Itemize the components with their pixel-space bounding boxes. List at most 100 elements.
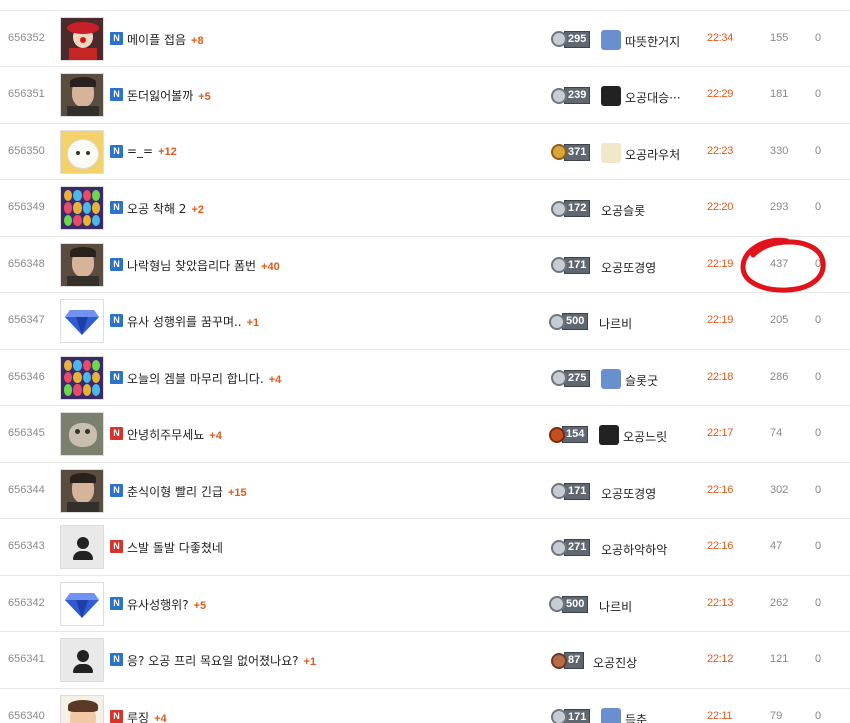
user-avatar-icon[interactable]	[601, 142, 621, 163]
author-nickname[interactable]: 득춘	[625, 711, 647, 723]
post-title-text[interactable]: 유사 성행위를 꿈꾸며..	[127, 315, 242, 329]
post-time: 22:20	[707, 201, 734, 213]
post-title-text[interactable]: 루징	[127, 711, 149, 723]
table-row[interactable]: 656345 N 안녕히주무세뇨 +4 154 오공느릿 22:17 74 0	[0, 406, 850, 463]
post-number: 656344	[8, 483, 45, 496]
level-badge: 171	[551, 708, 591, 723]
post-title-text[interactable]: 안녕히주무세뇨	[127, 428, 204, 442]
comment-count[interactable]: +4	[269, 374, 282, 386]
comment-count[interactable]: +4	[209, 430, 222, 442]
author-nickname[interactable]: 오공또경영	[601, 485, 656, 502]
recommend-count: 0	[815, 427, 822, 439]
post-title-link[interactable]: 스발 돌발 다좋쳤네	[127, 539, 223, 556]
slot-game-icon[interactable]	[60, 355, 104, 400]
comment-count[interactable]: +1	[247, 317, 260, 329]
table-row[interactable]: 656350 N =_= +12 371 오공라우처 22:23 330 0	[0, 124, 850, 180]
slot-game-icon[interactable]	[60, 186, 104, 230]
post-time: 22:29	[707, 88, 734, 100]
level-number: 500	[562, 595, 589, 613]
comment-count[interactable]: +5	[198, 91, 211, 103]
comment-count[interactable]: +12	[158, 146, 177, 158]
comment-count[interactable]: +40	[261, 261, 280, 273]
blue-diamond-icon[interactable]	[60, 581, 104, 626]
post-title-link[interactable]: 메이플 접음 +8	[127, 31, 204, 48]
default-user-icon[interactable]	[60, 638, 104, 682]
post-title-text[interactable]: 응? 오공 프리 목요일 없어졌나요?	[127, 654, 299, 668]
author-nickname[interactable]: 따뜻한거지	[625, 33, 680, 50]
level-badge: 171	[551, 256, 591, 274]
comment-count[interactable]: +4	[154, 713, 167, 723]
post-title-link[interactable]: 유사성행위? +5	[127, 596, 206, 613]
user-avatar-icon[interactable]	[601, 707, 621, 723]
new-badge: N	[110, 596, 123, 610]
author-nickname[interactable]: 오공하악하악	[601, 541, 667, 558]
comment-count[interactable]: +15	[228, 487, 247, 499]
author-nickname[interactable]: 오공대승···	[625, 89, 681, 106]
post-title-text[interactable]: 메이플 접음	[127, 33, 186, 47]
author-nickname[interactable]: 오공또경영	[601, 259, 656, 276]
table-row[interactable]: 656343 N 스발 돌발 다좋쳤네 271 오공하악하악 22:16 47 0	[0, 519, 850, 576]
animal-photo-icon[interactable]	[60, 412, 104, 456]
level-badge: 172	[551, 200, 591, 217]
level-badge: 371	[551, 143, 591, 161]
post-title-text[interactable]: 유사성행위?	[127, 598, 189, 612]
table-row[interactable]: 656346 N 오늘의 겜블 마무리 합니다. +4 275 슬롯굿 22:18 286 0	[0, 350, 850, 406]
post-title-link[interactable]: 응? 오공 프리 목요일 없어졌나요? +1	[127, 652, 316, 669]
level-number: 171	[564, 482, 591, 500]
author-nickname[interactable]: 오공라우처	[625, 146, 680, 163]
post-title-link[interactable]: =_= +12	[127, 144, 177, 158]
post-title-text[interactable]: 스발 돌발 다좋쳤네	[127, 541, 223, 555]
post-title-text[interactable]: =_=	[127, 144, 153, 158]
man-portrait-icon[interactable]	[60, 242, 104, 287]
comment-count[interactable]: +8	[191, 35, 204, 47]
comment-count[interactable]: +1	[304, 656, 317, 668]
recommend-count: 0	[815, 31, 822, 44]
new-badge: N	[110, 257, 123, 271]
white-creature-icon[interactable]	[60, 129, 104, 174]
author-nickname[interactable]: 나르비	[599, 315, 632, 332]
table-row[interactable]: 656340 N 루징 +4 171 득춘 22:11 79 0	[0, 689, 850, 723]
comment-count[interactable]: +2	[191, 204, 204, 216]
post-title-text[interactable]: 돈더잃어볼까	[127, 89, 193, 103]
table-row[interactable]: 656341 N 응? 오공 프리 목요일 없어졌나요? +1 87 오공진상 22:12 1…	[0, 632, 850, 689]
post-title-link[interactable]: 오늘의 겜블 마무리 합니다. +4	[127, 370, 281, 387]
table-row[interactable]: 656351 N 돈더잃어볼까 +5 239 오공대승··· 22:29 181 0	[0, 67, 850, 124]
post-title-link[interactable]: 유사 성행위를 꿈꾸며.. +1	[127, 313, 259, 330]
table-row-partial	[0, 0, 850, 11]
post-title-text[interactable]: 춘식이형 빨리 긴급	[127, 485, 223, 499]
table-row[interactable]: 656342 N 유사성행위? +5 500 나르비 22:13 262 0	[0, 576, 850, 632]
default-user-icon[interactable]	[60, 525, 104, 569]
blue-diamond-icon[interactable]	[60, 299, 104, 343]
user-avatar-icon[interactable]	[601, 29, 621, 50]
post-title-link[interactable]: 안녕히주무세뇨 +4	[127, 426, 222, 443]
man-portrait-icon[interactable]	[60, 73, 104, 117]
post-title-text[interactable]: 나락형님 찾았읍리다 폼번	[127, 259, 256, 273]
post-title-text[interactable]: 오공 착해 2	[127, 202, 186, 216]
table-row[interactable]: 656344 N 춘식이형 빨리 긴급 +15 171 오공또경영 22:16 302 0	[0, 463, 850, 519]
user-avatar-icon[interactable]	[601, 86, 621, 106]
table-row[interactable]: 656348 N 나락형님 찾았읍리다 폼번 +40 171 오공또경영 22:19 437 0	[0, 237, 850, 293]
post-title-link[interactable]: 루징 +4	[127, 709, 167, 723]
author-nickname[interactable]: 오공슬롯	[601, 202, 645, 219]
user-avatar-icon[interactable]	[601, 368, 621, 389]
post-title-link[interactable]: 오공 착해 2 +2	[127, 200, 204, 217]
table-row[interactable]: 656349 N 오공 착해 2 +2 172 오공슬롯 22:20 293 0	[0, 180, 850, 237]
author-nickname[interactable]: 슬롯굿	[625, 372, 658, 389]
clown-icon[interactable]	[60, 16, 104, 61]
user-avatar-icon[interactable]	[599, 425, 619, 445]
post-number: 656349	[8, 201, 45, 213]
man-portrait-icon[interactable]	[60, 468, 104, 513]
author-nickname[interactable]: 나르비	[599, 598, 632, 615]
recommend-count: 0	[815, 709, 822, 722]
table-row[interactable]: 656352 N 메이플 접음 +8 295 따뜻한거지 22:34 155 0	[0, 11, 850, 67]
cartoon-boy-icon[interactable]	[60, 694, 104, 723]
post-title-link[interactable]: 돈더잃어볼까 +5	[127, 87, 211, 104]
table-row[interactable]: 656347 N 유사 성행위를 꿈꾸며.. +1 500 나르비 22:19 205 0	[0, 293, 850, 350]
author-nickname[interactable]: 오공느릿	[623, 428, 667, 445]
post-title-link[interactable]: 나락형님 찾았읍리다 폼번 +40	[127, 257, 280, 274]
comment-count[interactable]: +5	[194, 600, 207, 612]
post-title-link[interactable]: 춘식이형 빨리 긴급 +15	[127, 483, 247, 500]
post-title-text[interactable]: 오늘의 겜블 마무리 합니다.	[127, 372, 264, 386]
author-nickname[interactable]: 오공진상	[593, 654, 637, 671]
new-badge: N	[110, 370, 123, 384]
